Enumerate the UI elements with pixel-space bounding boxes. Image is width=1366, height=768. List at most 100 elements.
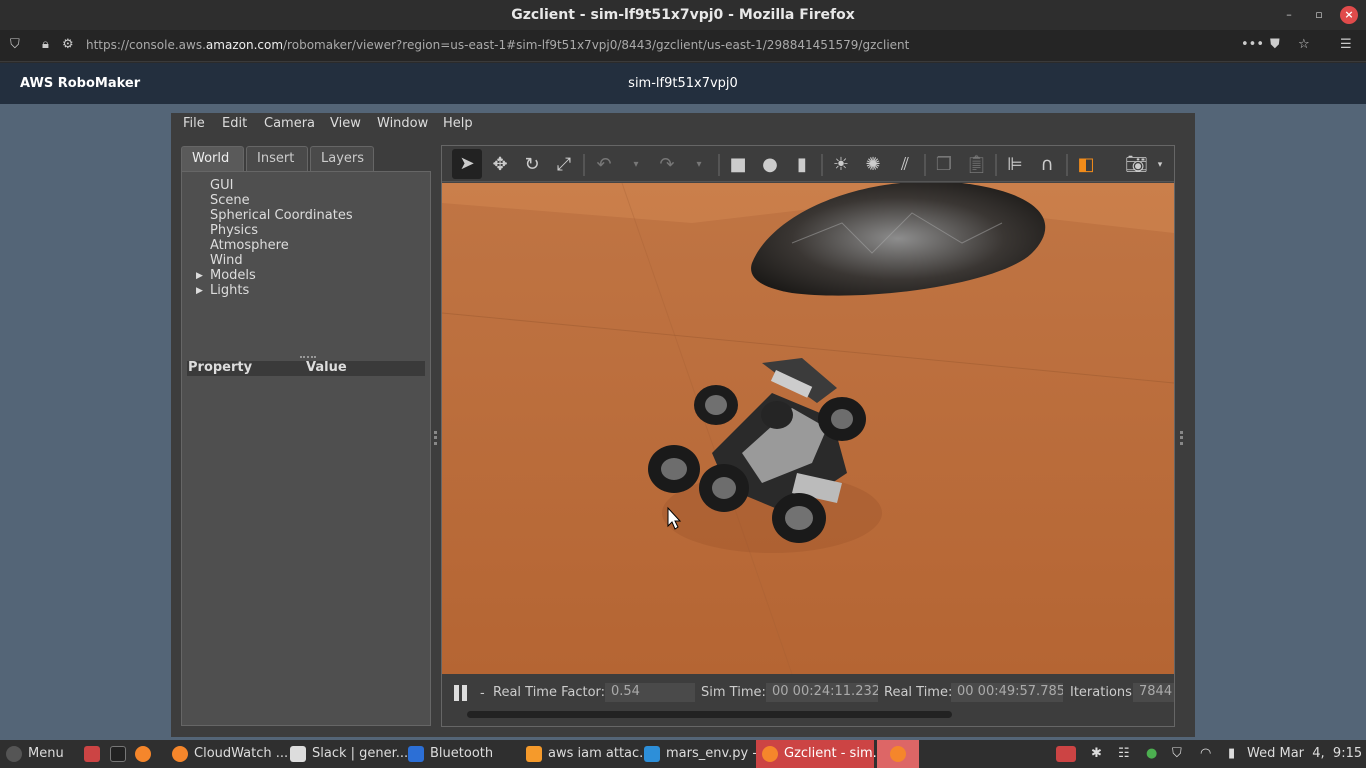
world-panel: GUI Scene Spherical Coordinates Physics … <box>181 171 431 726</box>
toolbar-overflow-icon[interactable]: ▾ <box>1149 154 1171 176</box>
tray-app-icon[interactable] <box>1056 740 1082 768</box>
tab-layers[interactable]: Layers <box>310 146 374 171</box>
point-light-icon[interactable]: ☀ <box>830 154 852 176</box>
tree-item-wind[interactable]: Wind <box>210 253 243 268</box>
rotate-icon[interactable]: ↻ <box>521 154 543 176</box>
battery-icon[interactable]: ▮ <box>1228 740 1235 768</box>
clock[interactable]: Wed Mar 4, 9:15 PM <box>1247 740 1366 768</box>
lock-icon[interactable]: 🔒︎ <box>42 37 49 52</box>
task-slack[interactable]: Slack | gener... <box>290 740 408 768</box>
toolbar-separator <box>924 154 926 176</box>
iterations-label: Iterations: <box>1070 685 1137 700</box>
shield-tray-icon[interactable]: ⛉ <box>1172 740 1182 768</box>
3d-viewport: ➤ ✥ ↻ ⤢ ↶ ▾ ↷ ▾ ■ ● ▮ ☀ ✺ ⫽ ❐ 📋︎ ⊫ ∩ ◧ 📷… <box>441 145 1175 727</box>
menu-window[interactable]: Window <box>377 116 428 131</box>
toolbar-separator <box>1066 154 1068 176</box>
undo-icon[interactable]: ↶ <box>593 154 615 176</box>
close-icon[interactable]: × <box>1340 6 1358 24</box>
task-cloudwatch[interactable]: CloudWatch ... <box>172 740 288 768</box>
wifi-icon[interactable]: ◠ <box>1200 740 1211 768</box>
vscode-icon <box>644 745 660 762</box>
notes-tray-icon[interactable]: ☷ <box>1118 740 1130 768</box>
pocket-icon[interactable]: ⛊ <box>1270 37 1280 52</box>
firefox-icon <box>135 745 151 762</box>
left-panel-resize-handle[interactable] <box>434 431 437 445</box>
menu-file[interactable]: File <box>183 116 205 131</box>
right-panel-resize-handle[interactable] <box>1180 431 1183 445</box>
scale-icon[interactable]: ⤢ <box>553 154 575 176</box>
firefox-icon <box>890 745 906 762</box>
slack-window-icon <box>290 745 306 762</box>
menu-edit[interactable]: Edit <box>222 116 247 131</box>
start-menu-button[interactable]: Menu <box>6 740 64 768</box>
tab-insert[interactable]: Insert <box>246 146 308 171</box>
redo-dropdown-icon[interactable]: ▾ <box>688 154 710 176</box>
slack-tray-icon[interactable]: ✱ <box>1091 740 1102 768</box>
hamburger-menu-icon[interactable]: ☰ <box>1340 37 1352 52</box>
maximize-icon[interactable]: ▫ <box>1310 6 1328 24</box>
toolbar-separator <box>583 154 585 176</box>
align-icon[interactable]: ⊫ <box>1004 154 1026 176</box>
permissions-icon[interactable]: ⚙ <box>62 37 74 52</box>
toolbar-separator <box>995 154 997 176</box>
spot-light-icon[interactable]: ✺ <box>862 154 884 176</box>
bluetooth-tray-icon[interactable]: ● <box>1146 740 1157 768</box>
firefox-launcher[interactable] <box>135 740 157 768</box>
gazebo-window: File Edit Camera View Window Help World … <box>171 113 1195 737</box>
undo-dropdown-icon[interactable]: ▾ <box>625 154 647 176</box>
copy-icon[interactable]: ❐ <box>933 154 955 176</box>
splitter-handle[interactable] <box>300 356 316 358</box>
snap-magnet-icon[interactable]: ∩ <box>1036 154 1058 176</box>
shield-icon[interactable]: ⛉ <box>10 37 20 52</box>
task-vscode[interactable]: mars_env.py -... <box>644 740 769 768</box>
firefox-icon <box>762 745 778 762</box>
tree-item-spherical-coordinates[interactable]: Spherical Coordinates <box>210 208 353 223</box>
terminal-launcher[interactable] <box>110 740 132 768</box>
firefox-icon <box>172 745 188 762</box>
mint-logo-icon <box>6 745 22 762</box>
minimize-icon[interactable]: – <box>1280 6 1298 24</box>
pause-icon-bar[interactable] <box>462 685 467 701</box>
translate-icon[interactable]: ✥ <box>489 154 511 176</box>
more-actions-icon[interactable]: ••• <box>1241 37 1264 52</box>
expand-arrow-icon[interactable]: ▶ <box>196 286 203 296</box>
cylinder-shape-icon[interactable]: ▮ <box>791 154 813 176</box>
tree-item-models[interactable]: Models <box>210 268 256 283</box>
task-firefox-extra[interactable] <box>877 740 919 768</box>
sim-time-label: Sim Time: <box>701 685 766 700</box>
redo-icon[interactable]: ↷ <box>656 154 678 176</box>
directional-light-icon[interactable]: ⫽ <box>894 154 916 176</box>
viewport-toolbar: ➤ ✥ ↻ ⤢ ↶ ▾ ↷ ▾ ■ ● ▮ ☀ ✺ ⫽ ❐ 📋︎ ⊫ ∩ ◧ 📷… <box>442 146 1174 182</box>
property-table-header: Property Value <box>187 360 425 376</box>
real-time-value: 00 00:49:57.785 <box>951 683 1063 702</box>
tab-world[interactable]: World <box>181 146 244 171</box>
simulation-scene[interactable] <box>442 183 1174 674</box>
box-shape-icon[interactable]: ■ <box>727 154 749 176</box>
tree-item-atmosphere[interactable]: Atmosphere <box>210 238 289 253</box>
task-gzclient[interactable]: Gzclient - sim... <box>756 740 885 768</box>
pause-icon[interactable] <box>454 685 459 701</box>
url-field[interactable]: https://console.aws.amazon.com/robomaker… <box>86 38 909 52</box>
view-angle-icon[interactable]: ◧ <box>1075 154 1097 176</box>
sphere-shape-icon[interactable]: ● <box>759 154 781 176</box>
menu-view[interactable]: View <box>330 116 361 131</box>
tree-item-scene[interactable]: Scene <box>210 193 250 208</box>
bookmark-star-icon[interactable]: ☆ <box>1298 37 1310 52</box>
tree-item-gui[interactable]: GUI <box>210 178 233 193</box>
paste-icon[interactable]: 📋︎ <box>965 154 988 176</box>
files-launcher[interactable] <box>84 740 106 768</box>
tree-item-lights[interactable]: Lights <box>210 283 249 298</box>
address-bar: ⛉ 🔒︎ ⚙ https://console.aws.amazon.com/ro… <box>0 30 1366 62</box>
select-arrow-icon[interactable]: ➤ <box>452 149 482 179</box>
status-bar: - Real Time Factor: 0.54 Sim Time: 00 00… <box>442 674 1174 726</box>
sim-time-value: 00 00:24:11.232 <box>766 683 878 702</box>
task-bluetooth[interactable]: Bluetooth <box>408 740 493 768</box>
horizontal-scrollbar[interactable] <box>467 711 952 718</box>
tree-item-physics[interactable]: Physics <box>210 223 258 238</box>
menu-camera[interactable]: Camera <box>264 116 315 131</box>
menu-help[interactable]: Help <box>443 116 473 131</box>
task-sublime[interactable]: aws iam attac... <box>526 740 652 768</box>
screenshot-camera-icon[interactable]: 📷︎ <box>1125 154 1148 176</box>
step-button[interactable]: - <box>480 686 485 701</box>
expand-arrow-icon[interactable]: ▶ <box>196 271 203 281</box>
